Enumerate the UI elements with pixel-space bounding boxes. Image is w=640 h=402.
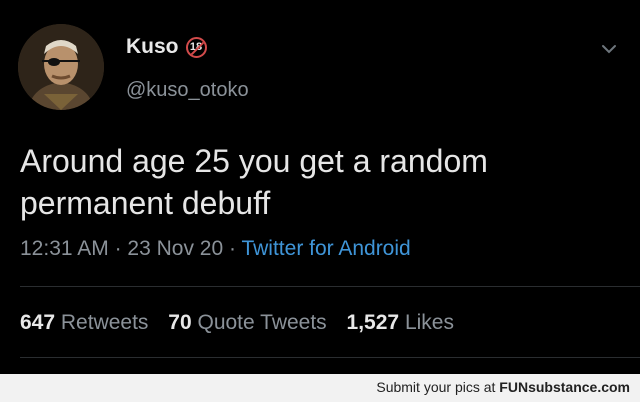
tweet-stats: 647 Retweets 70 Quote Tweets 1,527 Likes [20, 311, 468, 335]
author-name-row[interactable]: Kuso 18 [126, 35, 207, 59]
tweet-source[interactable]: Twitter for Android [241, 237, 410, 260]
divider [20, 357, 640, 358]
likes-label: Likes [404, 311, 454, 334]
tweet-text-line-2: permanent debuff [20, 185, 271, 221]
age-badge-label: 18 [189, 41, 203, 53]
quote-tweets-count: 70 [168, 311, 192, 334]
tweet-text: Around age 25 you get a random permanent… [20, 140, 620, 224]
watermark-brand: FUNsubstance.com [499, 379, 630, 395]
quote-tweets-label: Quote Tweets [197, 311, 327, 334]
age-restriction-icon: 18 [185, 36, 207, 58]
retweets-count: 647 [20, 311, 56, 334]
retweets-stat[interactable]: 647 Retweets [20, 311, 154, 334]
tweet-meta: 12:31 AM · 23 Nov 20 · Twitter for Andro… [20, 237, 411, 261]
meta-separator: · [114, 237, 122, 260]
meta-separator: · [229, 237, 236, 260]
user-handle[interactable]: @kuso_otoko [126, 79, 249, 102]
tweet-date[interactable]: 23 Nov 20 [127, 237, 223, 260]
watermark-prefix: Submit your pics at [376, 379, 500, 395]
avatar-image [18, 24, 104, 110]
tweet-time[interactable]: 12:31 AM [20, 237, 109, 260]
watermark-footer: Submit your pics at FUNsubstance.com [0, 374, 640, 402]
retweets-label: Retweets [60, 311, 149, 334]
chevron-down-icon[interactable] [600, 40, 618, 58]
quote-tweets-stat[interactable]: 70 Quote Tweets [168, 311, 332, 334]
watermark-text: Submit your pics at FUNsubstance.com [376, 379, 630, 395]
avatar[interactable] [18, 24, 104, 110]
likes-stat[interactable]: 1,527 Likes [347, 311, 454, 334]
tweet-text-line-1: Around age 25 you get a random [20, 143, 488, 179]
divider [20, 286, 640, 287]
likes-count: 1,527 [346, 311, 400, 334]
display-name[interactable]: Kuso [126, 35, 179, 59]
